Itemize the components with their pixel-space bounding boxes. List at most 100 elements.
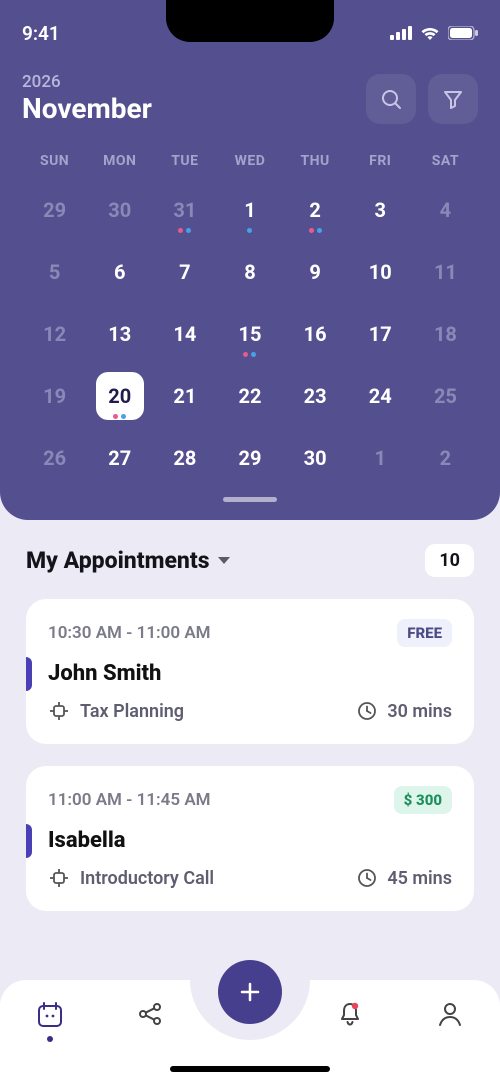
day-number: 10 [369,260,392,284]
event-dots [309,228,322,233]
panel-drag-handle[interactable] [223,497,277,502]
calendar-day[interactable]: 2 [283,179,348,241]
calendar-grid: 2930311234567891011121314151617181920212… [22,179,478,489]
search-button[interactable] [366,74,416,124]
appointment-card[interactable]: 10:30 AM - 11:00 AMFREEJohn SmithTax Pla… [26,599,474,744]
calendar-day[interactable]: 28 [152,427,217,489]
weekday-label: TUE [152,153,217,169]
nav-notifications[interactable] [322,1000,378,1028]
day-number: 28 [173,446,196,470]
nav-calendar[interactable] [22,1000,78,1042]
day-number: 26 [43,446,66,470]
calendar-day[interactable]: 11 [413,241,478,303]
weekday-label: WED [217,153,282,169]
filter-icon [441,87,465,111]
weekday-label: FRI [348,153,413,169]
day-number: 16 [304,322,327,346]
calendar-icon [35,1000,65,1030]
weekday-label: MON [87,153,152,169]
day-number: 4 [440,198,451,222]
calendar-day[interactable]: 2 [413,427,478,489]
filter-button[interactable] [428,74,478,124]
weekday-row: SUN MON TUE WED THU FRI SAT [22,153,478,169]
calendar-day[interactable]: 22 [217,365,282,427]
calendar-day[interactable]: 8 [217,241,282,303]
add-button[interactable] [218,960,282,1024]
day-number: 7 [179,260,190,284]
day-number: 30 [108,198,131,222]
calendar-day[interactable]: 18 [413,303,478,365]
month-picker[interactable]: 2026 November [22,72,152,125]
profile-icon [436,1000,464,1028]
day-number: 30 [304,446,327,470]
day-number: 14 [173,322,196,346]
calendar-day[interactable]: 16 [283,303,348,365]
calendar-day[interactable]: 30 [283,427,348,489]
home-indicator[interactable] [170,1066,330,1072]
calendar-day[interactable]: 29 [217,427,282,489]
day-number: 6 [114,260,125,284]
day-number: 12 [43,322,66,346]
calendar-day[interactable]: 26 [22,427,87,489]
day-number: 1 [244,198,255,222]
day-number: 25 [434,384,457,408]
day-number: 9 [309,260,320,284]
calendar-day[interactable]: 23 [283,365,348,427]
calendar-day[interactable]: 15 [217,303,282,365]
day-number: 15 [239,322,262,346]
wifi-icon [419,25,441,41]
calendar-day[interactable]: 19 [22,365,87,427]
calendar-day[interactable]: 12 [22,303,87,365]
appointment-duration: 30 mins [387,701,452,722]
calendar-day[interactable]: 1 [217,179,282,241]
calendar-day[interactable]: 5 [22,241,87,303]
day-number: 19 [43,384,66,408]
cellular-icon [390,26,412,40]
day-number: 8 [244,260,255,284]
weekday-label: SAT [413,153,478,169]
calendar-day[interactable]: 29 [22,179,87,241]
header-year: 2026 [22,72,152,92]
card-accent [26,657,32,691]
bell-icon [336,1000,364,1028]
calendar-day[interactable]: 24 [348,365,413,427]
appointments-count: 10 [425,544,474,577]
bottom-nav-area [0,960,500,1082]
appointment-card[interactable]: 11:00 AM - 11:45 AM$ 300IsabellaIntroduc… [26,766,474,911]
calendar-day[interactable]: 25 [413,365,478,427]
nav-share[interactable] [122,1000,178,1028]
active-indicator [47,1036,53,1042]
appointment-time: 10:30 AM - 11:00 AM [48,623,211,643]
nav-profile[interactable] [422,1000,478,1028]
day-number: 20 [108,384,131,408]
appointment-duration: 45 mins [387,868,452,889]
day-number: 29 [43,198,66,222]
calendar-day[interactable]: 1 [348,427,413,489]
event-dots [178,228,191,233]
calendar-day[interactable]: 13 [87,303,152,365]
calendar-day[interactable]: 9 [283,241,348,303]
calendar-day[interactable]: 30 [87,179,152,241]
calendar-day[interactable]: 10 [348,241,413,303]
appointment-category: Tax Planning [80,701,184,722]
calendar-day[interactable]: 7 [152,241,217,303]
calendar-day[interactable]: 17 [348,303,413,365]
calendar-day[interactable]: 3 [348,179,413,241]
calendar-day[interactable]: 21 [152,365,217,427]
weekday-label: SUN [22,153,87,169]
day-number: 21 [173,384,196,408]
appointments-dropdown[interactable]: My Appointments [26,547,230,574]
calendar-day[interactable]: 27 [87,427,152,489]
day-number: 13 [108,322,131,346]
appointment-name: John Smith [48,661,452,686]
calendar-day[interactable]: 6 [87,241,152,303]
calendar-day[interactable]: 14 [152,303,217,365]
calendar-day[interactable]: 4 [413,179,478,241]
day-number: 31 [173,198,196,222]
calendar-day[interactable]: 20 [87,365,152,427]
day-number: 2 [309,198,320,222]
day-number: 5 [49,260,60,284]
device-notch [166,0,334,42]
status-time: 9:41 [22,22,60,45]
calendar-day[interactable]: 31 [152,179,217,241]
